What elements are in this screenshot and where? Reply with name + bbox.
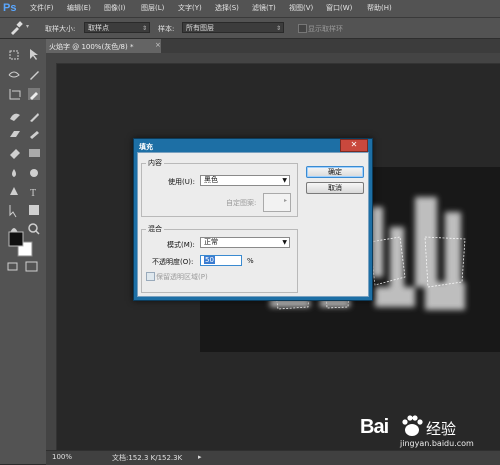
horizontal-ruler xyxy=(46,53,500,64)
quick-mask-icon xyxy=(7,262,18,271)
menu-image[interactable]: 图像(I) xyxy=(104,3,126,13)
custom-pattern-label: 自定图案: xyxy=(226,199,257,207)
menu-file[interactable]: 文件(F) xyxy=(30,3,54,13)
mode-select[interactable]: 正常 ▼ xyxy=(200,237,290,248)
crop-tool-icon xyxy=(9,89,21,100)
menu-type[interactable]: 文字(Y) xyxy=(178,3,202,13)
menu-view[interactable]: 视图(V) xyxy=(289,3,313,13)
mode-value: 正常 xyxy=(204,238,218,246)
menu-help[interactable]: 帮助(H) xyxy=(367,3,392,13)
eraser-tool-icon xyxy=(10,149,20,159)
chevron-down-icon: ▼ xyxy=(282,239,287,246)
preserve-transparency-checkbox[interactable] xyxy=(146,272,155,281)
document-info: 文档:152.3 K/152.3K xyxy=(112,454,183,462)
blend-group-label: 混合 xyxy=(146,224,164,234)
menu-select[interactable]: 选择(S) xyxy=(215,3,239,13)
sample-select[interactable]: 所有图层 ⇕ xyxy=(182,22,284,33)
cancel-button[interactable]: 取消 xyxy=(306,182,364,194)
chevron-down-icon: ▸ xyxy=(284,197,288,204)
watermark-brand-2: 经验 xyxy=(426,420,457,438)
close-icon[interactable]: ✕ xyxy=(340,139,368,152)
use-label: 使用(U): xyxy=(168,178,195,186)
history-brush-icon xyxy=(30,131,39,139)
eyedropper-icon[interactable] xyxy=(9,21,23,35)
document-tab-title: 火焰字 @ 100%(灰色/8) * xyxy=(49,43,134,51)
watermark-brand: Bai xyxy=(360,416,389,438)
opacity-value: 50 xyxy=(204,256,215,264)
status-arrow-icon[interactable]: ▸ xyxy=(198,453,202,461)
sample-size-select[interactable]: 取样点 ⇕ xyxy=(84,22,150,33)
close-icon[interactable]: × xyxy=(155,41,161,49)
baidu-paw-icon xyxy=(402,415,423,436)
lasso-tool-icon xyxy=(8,71,20,78)
brush-tool-icon xyxy=(30,113,39,122)
photoshop-logo-icon: Ps xyxy=(3,2,17,14)
opacity-label: 不透明度(O): xyxy=(152,258,194,266)
menu-edit[interactable]: 编辑(E) xyxy=(67,3,91,13)
menu-window[interactable]: 窗口(W) xyxy=(326,3,352,13)
pen-tool-icon xyxy=(10,187,18,195)
dodge-tool-icon xyxy=(30,169,38,177)
marquee-tool-icon xyxy=(9,50,19,60)
opacity-unit: % xyxy=(247,257,254,265)
use-value: 黑色 xyxy=(204,176,218,184)
screen-mode-icon xyxy=(25,261,38,272)
path-select-icon xyxy=(9,205,17,218)
tool-icons: T xyxy=(7,49,40,272)
show-ring-label: 显示取样环 xyxy=(308,25,343,33)
chevron-down-icon: ⇕ xyxy=(275,25,281,32)
preserve-transparency-label: 保留透明区域(P) xyxy=(156,273,208,281)
foreground-color-swatch xyxy=(8,231,24,247)
sample-label: 样本: xyxy=(158,25,175,33)
opacity-input[interactable]: 50 xyxy=(200,255,242,266)
dialog-title: 填充 xyxy=(139,143,153,151)
chevron-down-icon: ⇕ xyxy=(141,25,147,32)
menu-filter[interactable]: 滤镜(T) xyxy=(252,3,276,13)
vertical-ruler xyxy=(46,63,57,450)
chevron-down-icon[interactable]: ▾ xyxy=(26,23,29,30)
magic-wand-tool-icon xyxy=(30,71,39,80)
mode-label: 模式(M): xyxy=(167,241,195,249)
move-tool-icon xyxy=(30,49,38,60)
ok-button[interactable]: 确定 xyxy=(306,166,364,178)
menu-layer[interactable]: 图层(L) xyxy=(141,3,164,13)
sample-size-value: 取样点 xyxy=(88,24,109,32)
zoom-tool-icon xyxy=(28,223,38,233)
chevron-down-icon: ▼ xyxy=(282,177,287,184)
watermark-url: jingyan.baidu.com xyxy=(400,439,474,448)
tab-strip xyxy=(161,39,500,53)
content-group-label: 内容 xyxy=(146,158,164,168)
blur-tool-icon xyxy=(12,169,16,177)
sample-value: 所有图层 xyxy=(186,24,214,32)
healing-tool-icon xyxy=(10,113,20,121)
shape-tool-icon xyxy=(29,205,39,215)
gradient-tool-icon xyxy=(29,149,40,157)
sample-size-label: 取样大小: xyxy=(45,25,76,33)
type-tool-icon: T xyxy=(30,188,36,199)
stamp-tool-icon xyxy=(10,131,20,137)
show-ring-checkbox[interactable] xyxy=(298,24,307,33)
use-select[interactable]: 黑色 ▼ xyxy=(200,175,290,186)
zoom-level[interactable]: 100% xyxy=(52,453,72,461)
